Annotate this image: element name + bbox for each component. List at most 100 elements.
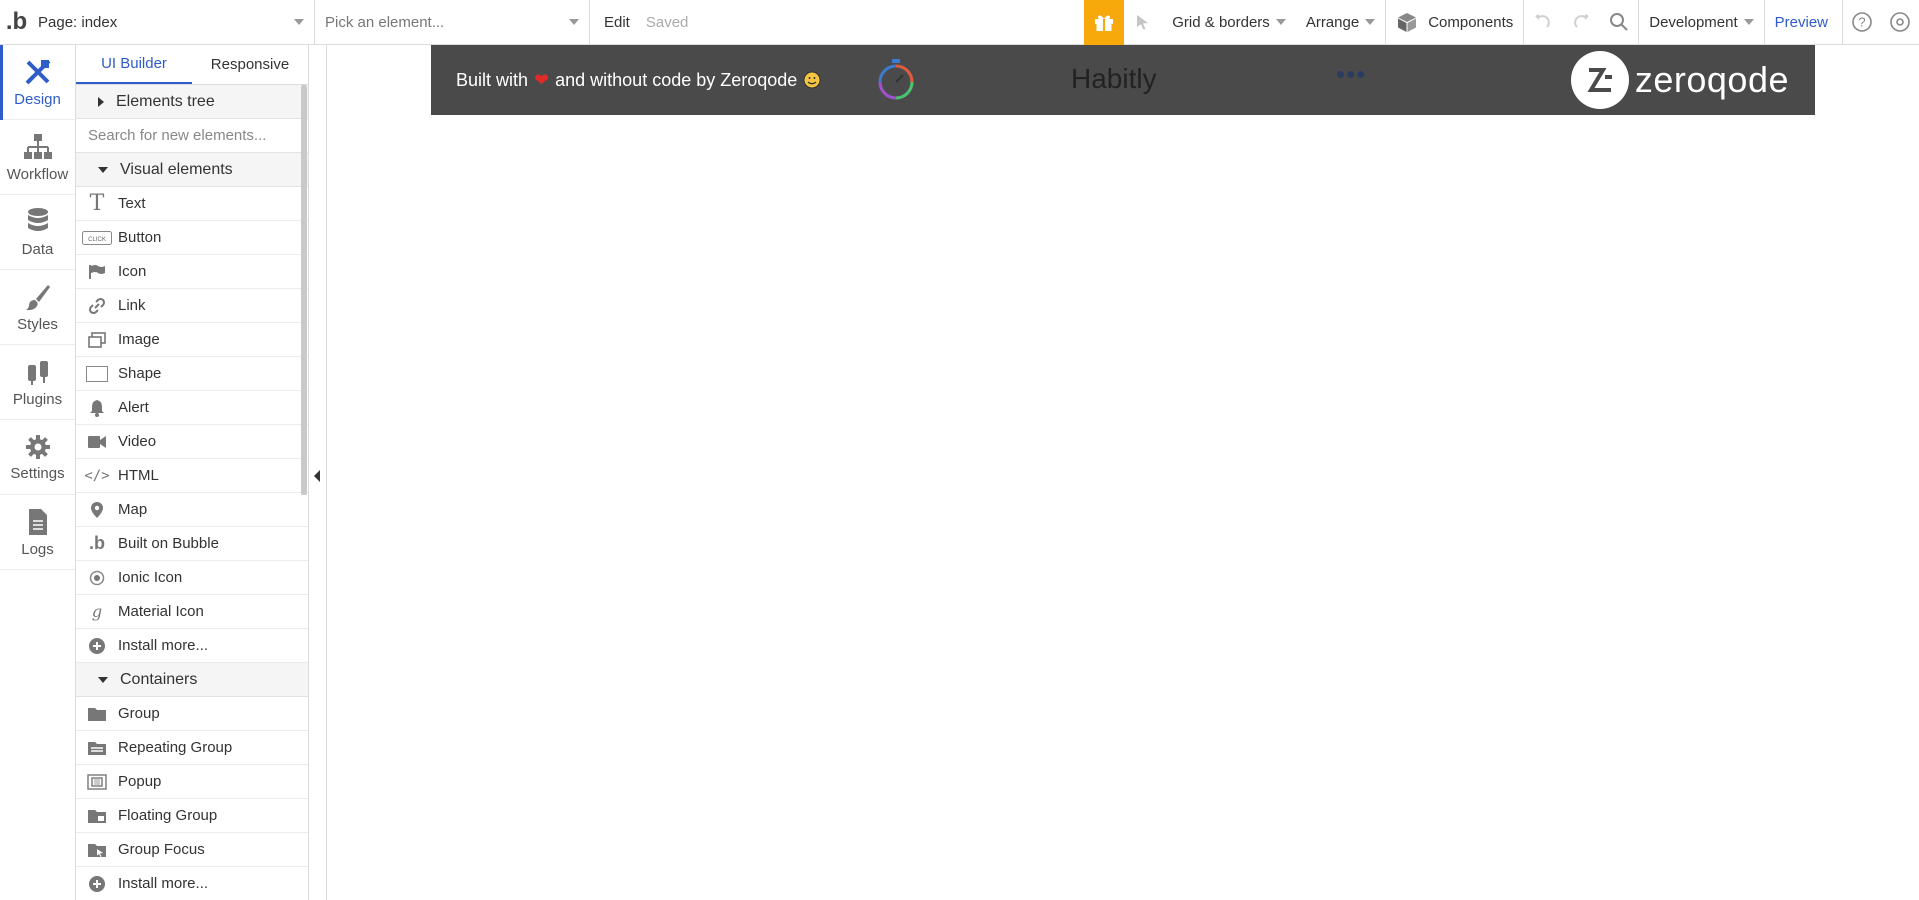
nav-logs[interactable]: Logs	[0, 495, 75, 570]
palette-item-group[interactable]: Group	[76, 697, 308, 731]
palette-item-image[interactable]: Image	[76, 323, 308, 357]
components-button[interactable]: Components	[1386, 0, 1523, 45]
palette-item-floating-group[interactable]: Floating Group	[76, 799, 308, 833]
containers-toggle[interactable]: Containers	[76, 663, 308, 697]
select-mode-button[interactable]	[1124, 0, 1162, 45]
gift-button[interactable]	[1084, 0, 1125, 45]
main-nav-rail: Design Workflow Data Styles Plugins Sett…	[0, 45, 76, 900]
repeating-group-icon	[76, 740, 118, 756]
ionic-icon	[76, 570, 118, 586]
chevron-right-icon	[98, 96, 104, 107]
redo-icon	[1574, 14, 1590, 28]
app-name-title: Habitly	[1071, 63, 1157, 94]
grid-borders-label: Grid & borders	[1172, 13, 1270, 31]
nav-logs-label: Logs	[21, 540, 54, 558]
map-pin-icon	[76, 501, 118, 519]
nav-workflow[interactable]: Workflow	[0, 120, 75, 195]
tab-responsive[interactable]: Responsive	[192, 45, 308, 84]
collapse-palette-icon[interactable]	[314, 470, 320, 482]
palette-item-install-more-visual[interactable]: Install more...	[76, 629, 308, 663]
element-picker[interactable]: Pick an element...	[315, 0, 590, 44]
built-with-banner: Built with ❤ and without code by Zeroqod…	[456, 70, 821, 91]
palette-item-map[interactable]: Map	[76, 493, 308, 527]
nav-design-label: Design	[14, 90, 61, 108]
palette-item-button[interactable]: CLICK Button	[76, 221, 308, 255]
smile-icon	[803, 71, 821, 89]
visual-elements-label: Visual elements	[120, 160, 233, 178]
palette-item-label: Video	[118, 433, 157, 450]
nav-styles[interactable]: Styles	[0, 270, 75, 345]
palette-item-repeating-group[interactable]: Repeating Group	[76, 731, 308, 765]
zeroqode-logo[interactable]: zeroqode	[1570, 51, 1789, 109]
arrange-menu[interactable]: Arrange	[1296, 0, 1385, 45]
brush-icon	[25, 284, 50, 310]
palette-item-built-on-bubble[interactable]: .b Built on Bubble	[76, 527, 308, 561]
visual-elements-toggle[interactable]: Visual elements	[76, 153, 308, 187]
group-focus-icon	[76, 842, 118, 858]
palette-item-label: Link	[118, 297, 146, 314]
palette-item-label: Install more...	[118, 875, 209, 892]
palette-item-shape[interactable]: Shape	[76, 357, 308, 391]
app-header-element[interactable]: Built with ❤ and without code by Zeroqod…	[431, 45, 1815, 115]
cursor-icon	[1137, 15, 1149, 30]
element-search-input[interactable]	[88, 127, 288, 144]
chevron-down-icon	[294, 19, 304, 25]
nav-plugins[interactable]: Plugins	[0, 345, 75, 420]
grid-borders-menu[interactable]: Grid & borders	[1162, 0, 1296, 45]
elements-tree-toggle[interactable]: Elements tree	[76, 85, 308, 119]
palette-item-icon[interactable]: Icon	[76, 255, 308, 289]
palette-item-material-icon[interactable]: g Material Icon	[76, 595, 308, 629]
page-selector[interactable]: Page: index	[33, 0, 315, 44]
palette-scrollbar[interactable]	[301, 85, 307, 495]
editor-canvas[interactable]: Built with ❤ and without code by Zeroqod…	[327, 45, 1919, 900]
preview-button[interactable]: Preview	[1765, 14, 1842, 31]
help-button[interactable]: ?	[1843, 0, 1881, 45]
more-menu-dots[interactable]: •••	[1336, 59, 1366, 90]
palette-item-alert[interactable]: Alert	[76, 391, 308, 425]
containers-label: Containers	[120, 670, 198, 688]
page-selector-label: Page: index	[38, 13, 118, 31]
elements-tree-label: Elements tree	[116, 92, 215, 110]
palette-item-label: Map	[118, 501, 148, 518]
flag-icon	[76, 264, 118, 280]
palette-tabs: UI Builder Responsive	[76, 45, 308, 85]
settings-circle-icon	[1890, 12, 1910, 32]
development-menu[interactable]: Development	[1639, 0, 1763, 45]
palette-item-popup[interactable]: Popup	[76, 765, 308, 799]
folder-icon	[76, 706, 118, 722]
nav-data[interactable]: Data	[0, 195, 75, 270]
nav-settings-label: Settings	[10, 464, 65, 482]
chevron-down-icon	[569, 19, 579, 25]
palette-item-label: Popup	[118, 773, 162, 790]
palette-item-label: Group	[118, 705, 160, 722]
material-icon: g	[91, 602, 103, 621]
palette-item-video[interactable]: Video	[76, 425, 308, 459]
floating-group-icon	[76, 808, 118, 824]
chevron-down-icon	[1365, 19, 1376, 25]
nav-design[interactable]: Design	[0, 45, 75, 120]
edit-button[interactable]: Edit	[596, 14, 638, 31]
palette-item-ionic-icon[interactable]: Ionic Icon	[76, 561, 308, 595]
palette-item-label: Built on Bubble	[118, 535, 219, 552]
built-with-text: Built with	[456, 69, 529, 90]
palette-item-link[interactable]: Link	[76, 289, 308, 323]
help-icon: ?	[1852, 12, 1872, 32]
chevron-down-icon	[1275, 19, 1286, 25]
palette-item-html[interactable]: </> HTML	[76, 459, 308, 493]
redo-button[interactable]	[1562, 0, 1600, 45]
nav-settings[interactable]: Settings	[0, 420, 75, 495]
search-button[interactable]	[1600, 0, 1638, 45]
bell-icon	[76, 399, 118, 417]
undo-button[interactable]	[1524, 0, 1562, 45]
gear-icon	[25, 434, 50, 459]
account-button[interactable]	[1881, 0, 1919, 45]
nav-plugins-label: Plugins	[12, 390, 63, 408]
palette-item-label: Icon	[118, 263, 147, 280]
bubble-logo[interactable]: .b	[0, 0, 33, 45]
palette-item-install-more-containers[interactable]: Install more...	[76, 867, 308, 900]
arrange-label: Arrange	[1305, 13, 1360, 31]
palette-item-group-focus[interactable]: Group Focus	[76, 833, 308, 867]
tab-ui-builder[interactable]: UI Builder	[76, 45, 192, 84]
palette-item-label: Shape	[118, 365, 162, 382]
palette-item-text[interactable]: T Text	[76, 187, 308, 221]
